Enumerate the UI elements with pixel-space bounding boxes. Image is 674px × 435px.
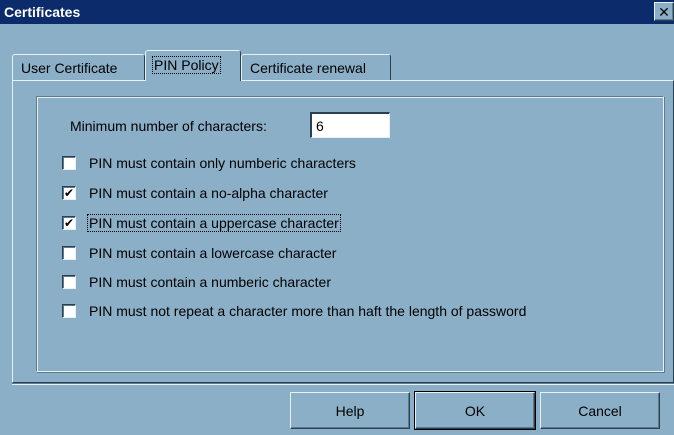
help-button[interactable]: Help [290,392,410,429]
checkbox[interactable] [62,156,76,170]
checkmark-icon: ✔ [63,216,75,230]
tab-user-certificate[interactable]: User Certificate [12,54,145,80]
ok-button[interactable]: OK [414,391,536,430]
option-no-alpha[interactable]: ✔ PIN must contain a no-alpha character [62,184,330,202]
tab-certificate-renewal[interactable]: Certificate renewal [241,54,391,80]
option-numeric[interactable]: PIN must contain a numberic character [62,273,333,291]
option-label: PIN must contain a lowercase character [89,245,337,261]
option-label: PIN must contain a numberic character [89,274,331,290]
tab-label: Certificate renewal [250,60,366,76]
option-label: PIN must contain a uppercase character [87,214,341,232]
checkbox[interactable] [62,304,76,318]
option-only-numeric[interactable]: PIN must contain only numberic character… [62,154,358,172]
checkbox[interactable] [62,246,76,260]
checkmark-icon: ✔ [63,186,75,200]
tab-label: PIN Policy [152,56,221,74]
min-chars-input[interactable] [310,112,390,138]
option-lowercase[interactable]: PIN must contain a lowercase character [62,244,338,262]
tab-label: User Certificate [21,60,118,76]
option-label: PIN must contain only numberic character… [89,155,356,171]
option-uppercase[interactable]: ✔ PIN must contain a uppercase character [62,214,341,232]
min-chars-label: Minimum number of characters: [70,118,267,134]
checkbox[interactable] [62,275,76,289]
window-titlebar: Certificates ✕ [0,0,674,24]
option-label: PIN must not repeat a character more tha… [89,303,527,319]
option-label: PIN must contain a no-alpha character [89,185,328,201]
button-separator [12,383,674,385]
cancel-button[interactable]: Cancel [540,392,660,429]
close-button[interactable]: ✕ [654,2,674,21]
option-no-repeat[interactable]: PIN must not repeat a character more tha… [62,302,528,320]
window-title: Certificates [4,4,81,20]
tab-pin-policy[interactable]: PIN Policy [145,50,241,81]
checkbox[interactable]: ✔ [62,186,76,200]
checkbox[interactable]: ✔ [62,216,76,230]
close-icon: ✕ [658,3,670,20]
